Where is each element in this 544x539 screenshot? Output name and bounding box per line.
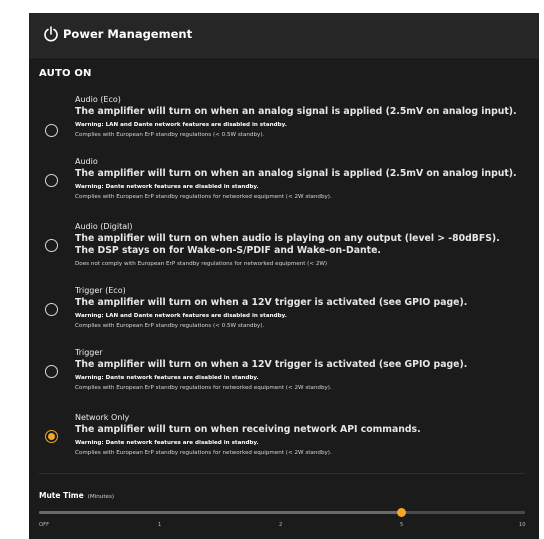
slider-tick-10: 10 bbox=[519, 522, 526, 528]
mute-time-label: Mute Time (Minutes) bbox=[39, 491, 114, 500]
option-text: Trigger (Eco) The amplifier will turn on… bbox=[75, 286, 535, 330]
mute-time-title: Mute Time bbox=[39, 491, 84, 500]
option-note: Complies with European ErP standby regul… bbox=[75, 132, 265, 138]
option-description: The amplifier will turn on when an analo… bbox=[75, 168, 517, 179]
divider bbox=[39, 473, 525, 474]
option-title: Trigger bbox=[75, 348, 103, 357]
option-description: The amplifier will turn on when audio is… bbox=[75, 233, 500, 244]
mute-time-slider-fill bbox=[39, 511, 401, 514]
power-management-panel: Power Management AUTO ON Audio (Eco) The… bbox=[29, 13, 539, 539]
option-description: The amplifier will turn on when an analo… bbox=[75, 106, 517, 117]
option-description-secondary: The DSP stays on for Wake-on-S/PDIF and … bbox=[75, 245, 381, 256]
option-title: Network Only bbox=[75, 413, 130, 422]
radio-audio-digital[interactable] bbox=[45, 239, 58, 252]
option-note: Complies with European ErP standby regul… bbox=[75, 194, 332, 200]
option-title: Audio (Eco) bbox=[75, 95, 121, 104]
option-text: Audio (Digital) The amplifier will turn … bbox=[75, 222, 535, 268]
radio-audio[interactable] bbox=[45, 174, 58, 187]
option-warning: Warning: Dante network features are disa… bbox=[75, 440, 259, 446]
page-title: Power Management bbox=[63, 27, 193, 41]
radio-audio-eco[interactable] bbox=[45, 124, 58, 137]
mute-time-slider-track[interactable] bbox=[39, 511, 525, 514]
option-title: Trigger (Eco) bbox=[75, 286, 126, 295]
mute-time-unit: (Minutes) bbox=[87, 494, 115, 500]
option-note: Complies with European ErP standby regul… bbox=[75, 450, 332, 456]
panel-header: Power Management bbox=[29, 13, 539, 58]
option-warning: Warning: Dante network features are disa… bbox=[75, 375, 259, 381]
slider-tick-2: 2 bbox=[279, 522, 283, 528]
option-note: Does not comply with European ErP standb… bbox=[75, 261, 328, 267]
slider-tick-1: 1 bbox=[158, 522, 162, 528]
radio-trigger-eco[interactable] bbox=[45, 303, 58, 316]
option-description: The amplifier will turn on when a 12V tr… bbox=[75, 297, 468, 308]
slider-tick-5: 5 bbox=[400, 522, 404, 528]
option-text: Trigger The amplifier will turn on when … bbox=[75, 348, 535, 392]
option-title: Audio (Digital) bbox=[75, 222, 133, 231]
mute-time-slider-thumb[interactable] bbox=[397, 508, 406, 517]
option-text: Audio (Eco) The amplifier will turn on w… bbox=[75, 95, 535, 139]
option-text: Audio The amplifier will turn on when an… bbox=[75, 157, 535, 201]
option-description: The amplifier will turn on when receivin… bbox=[75, 424, 421, 435]
radio-network-only[interactable] bbox=[45, 430, 58, 443]
option-title: Audio bbox=[75, 157, 98, 166]
slider-tick-off: OFF bbox=[39, 522, 50, 528]
option-text: Network Only The amplifier will turn on … bbox=[75, 413, 535, 457]
option-warning: Warning: LAN and Dante network features … bbox=[75, 313, 287, 319]
section-label-auto-on: AUTO ON bbox=[39, 68, 92, 79]
option-note: Complies with European ErP standby regul… bbox=[75, 323, 265, 329]
radio-trigger[interactable] bbox=[45, 365, 58, 378]
option-warning: Warning: Dante network features are disa… bbox=[75, 184, 259, 190]
option-description: The amplifier will turn on when a 12V tr… bbox=[75, 359, 468, 370]
option-note: Complies with European ErP standby regul… bbox=[75, 385, 332, 391]
power-icon bbox=[44, 26, 58, 42]
option-warning: Warning: LAN and Dante network features … bbox=[75, 122, 287, 128]
